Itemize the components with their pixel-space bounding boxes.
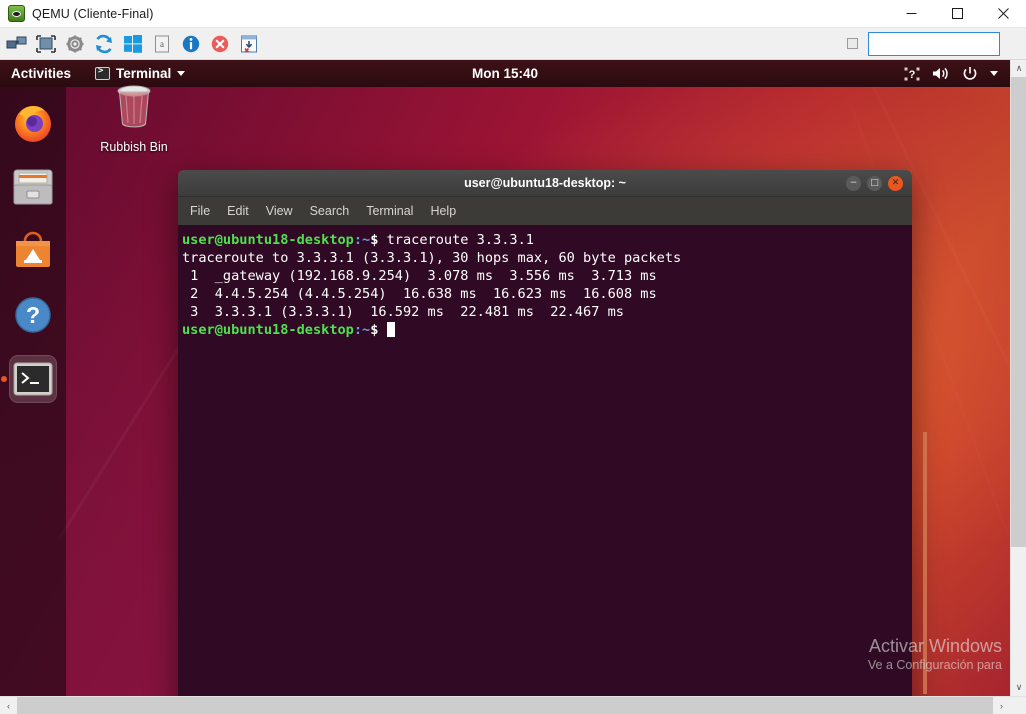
prompt-path: :~: [354, 322, 370, 338]
stop-icon[interactable]: [207, 31, 233, 57]
toolbar-checkbox[interactable]: [847, 38, 858, 49]
terminal-close-button[interactable]: ✕: [888, 176, 903, 191]
dock-item-files[interactable]: [9, 163, 57, 211]
scroll-right-arrow-icon[interactable]: ›: [993, 697, 1010, 714]
settings-gear-icon[interactable]: [62, 31, 88, 57]
vertical-scrollbar-thumb[interactable]: [1011, 77, 1026, 547]
horizontal-scrollbar-thumb[interactable]: [17, 697, 993, 714]
dock-item-help[interactable]: ?: [9, 291, 57, 339]
vm-viewport[interactable]: Activities Terminal Mon 15:40 ?: [0, 60, 1010, 696]
terminal-menubar: File Edit View Search Terminal Help: [178, 197, 912, 225]
windows-icon[interactable]: [120, 31, 146, 57]
scroll-up-arrow-icon[interactable]: ∧: [1011, 60, 1026, 77]
terminal-line: traceroute to 3.3.3.1 (3.3.3.1), 30 hops…: [182, 249, 912, 267]
desktop-icon-rubbish-bin[interactable]: Rubbish Bin: [95, 80, 173, 154]
menu-item-view[interactable]: View: [266, 204, 293, 218]
chevron-down-icon: [177, 71, 185, 76]
horizontal-scrollbar[interactable]: ‹ ›: [0, 696, 1026, 714]
svg-text:?: ?: [26, 302, 40, 328]
menu-item-terminal[interactable]: Terminal: [366, 204, 413, 218]
svg-text:?: ?: [909, 69, 916, 81]
power-icon[interactable]: [962, 66, 978, 82]
app-menu-terminal[interactable]: Terminal: [95, 66, 185, 81]
terminal-minimize-button[interactable]: −: [846, 176, 861, 191]
host-window-title: QEMU (Cliente-Final): [32, 7, 153, 21]
scroll-left-arrow-icon[interactable]: ‹: [0, 697, 17, 714]
prompt-user-host: user@ubuntu18-desktop: [182, 232, 354, 248]
dock-item-terminal[interactable]: [9, 355, 57, 403]
terminal-maximize-button[interactable]: □: [867, 176, 882, 191]
volume-icon[interactable]: [932, 66, 950, 81]
svg-text:a: a: [160, 39, 164, 49]
host-window-controls: [888, 0, 1026, 28]
menu-item-search[interactable]: Search: [310, 204, 350, 218]
info-icon[interactable]: [178, 31, 204, 57]
terminal-command: [378, 322, 386, 338]
chevron-down-icon[interactable]: [990, 71, 998, 76]
terminal-line: user@ubuntu18-desktop:~$: [182, 321, 912, 339]
activities-button[interactable]: Activities: [11, 66, 71, 81]
terminal-cursor: [387, 322, 395, 337]
minimize-button[interactable]: [888, 0, 934, 28]
prompt-path: :~: [354, 232, 370, 248]
qemu-toolbar: a: [0, 28, 1026, 60]
menu-item-edit[interactable]: Edit: [227, 204, 249, 218]
refresh-icon[interactable]: [91, 31, 117, 57]
keyboard-language-icon[interactable]: ?: [904, 67, 920, 81]
terminal-icon: [95, 67, 110, 80]
close-button[interactable]: [980, 0, 1026, 28]
app-menu-label: Terminal: [116, 66, 171, 81]
dock-item-firefox[interactable]: [9, 99, 57, 147]
terminal-output-area[interactable]: user@ubuntu18-desktop:~$ traceroute 3.3.…: [178, 225, 912, 696]
wallpaper-accent-line: [923, 432, 927, 694]
terminal-titlebar[interactable]: user@ubuntu18-desktop: ~ − □ ✕: [178, 170, 912, 197]
terminal-line: 1 _gateway (192.168.9.254) 3.078 ms 3.55…: [182, 267, 912, 285]
fullscreen-icon[interactable]: [33, 31, 59, 57]
menu-item-file[interactable]: File: [190, 204, 210, 218]
vertical-scrollbar[interactable]: ∧ ∨: [1010, 60, 1026, 696]
terminal-title: user@ubuntu18-desktop: ~: [178, 176, 912, 190]
toolbar-text-input[interactable]: [868, 32, 1000, 56]
trash-icon: [108, 80, 160, 132]
document-icon[interactable]: a: [149, 31, 175, 57]
terminal-command: traceroute 3.3.3.1: [378, 232, 534, 248]
maximize-button[interactable]: [934, 0, 980, 28]
dock-item-ubuntu-software[interactable]: [9, 227, 57, 275]
terminal-line: 2 4.4.5.254 (4.4.5.254) 16.638 ms 16.623…: [182, 285, 912, 303]
scroll-down-arrow-icon[interactable]: ∨: [1011, 679, 1026, 696]
terminal-window[interactable]: user@ubuntu18-desktop: ~ − □ ✕ File Edit…: [178, 170, 912, 696]
terminal-line: 3 3.3.3.1 (3.3.3.1) 16.592 ms 22.481 ms …: [182, 303, 912, 321]
panel-indicators: ?: [904, 66, 998, 82]
ubuntu-dock: ?: [0, 87, 66, 696]
host-window-titlebar: QEMU (Cliente-Final): [0, 0, 1026, 28]
network-icon[interactable]: [4, 31, 30, 57]
prompt-user-host: user@ubuntu18-desktop: [182, 322, 354, 338]
menu-item-help[interactable]: Help: [430, 204, 456, 218]
terminal-window-controls: − □ ✕: [846, 176, 903, 191]
desktop-icon-label: Rubbish Bin: [95, 140, 173, 154]
snapshot-icon[interactable]: [236, 31, 262, 57]
terminal-line: user@ubuntu18-desktop:~$ traceroute 3.3.…: [182, 231, 912, 249]
qemu-host-window: QEMU (Cliente-Final): [0, 0, 1026, 714]
qemu-icon: [8, 5, 25, 22]
